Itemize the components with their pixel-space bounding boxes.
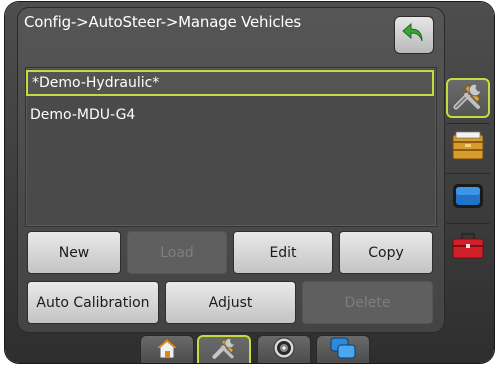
bottom-tab-windows[interactable]: [316, 335, 370, 363]
back-arrow-icon: [402, 22, 426, 48]
gps-icon: [272, 336, 296, 364]
bottom-tab-gps[interactable]: [257, 335, 311, 363]
tools-icon: [210, 336, 238, 364]
home-icon: [155, 337, 179, 363]
windows-icon: [329, 336, 357, 364]
console-icon: [451, 182, 485, 214]
auto-calibration-button[interactable]: Auto Calibration: [27, 281, 159, 324]
data-folder-icon: [451, 131, 485, 165]
side-tab-data[interactable]: [446, 128, 490, 168]
copy-button[interactable]: Copy: [339, 231, 433, 274]
delete-button[interactable]: Delete: [302, 281, 433, 324]
side-tab-tools[interactable]: [446, 78, 490, 118]
vehicle-list[interactable]: *Demo-Hydraulic* Demo-MDU-G4: [25, 67, 437, 227]
toolbox-icon: [451, 232, 485, 264]
back-button[interactable]: [394, 16, 434, 54]
side-divider: [446, 223, 490, 224]
bottom-tab-home[interactable]: [140, 335, 194, 363]
bottom-tab-bar: [140, 335, 370, 363]
edit-button[interactable]: Edit: [233, 231, 333, 274]
side-divider: [446, 123, 490, 124]
adjust-button[interactable]: Adjust: [165, 281, 296, 324]
breadcrumb: Config->AutoSteer->Manage Vehicles: [24, 13, 301, 31]
side-divider: [446, 173, 490, 174]
list-item-demo-hydraulic[interactable]: *Demo-Hydraulic*: [26, 70, 434, 96]
bottom-tab-tools[interactable]: [197, 335, 251, 363]
side-tab-toolbox[interactable]: [446, 228, 490, 268]
list-item-demo-mdu-g4[interactable]: Demo-MDU-G4: [26, 102, 434, 128]
side-tab-console[interactable]: [446, 178, 490, 218]
load-button[interactable]: Load: [127, 231, 227, 274]
tools-icon: [452, 81, 484, 115]
new-button[interactable]: New: [27, 231, 121, 274]
